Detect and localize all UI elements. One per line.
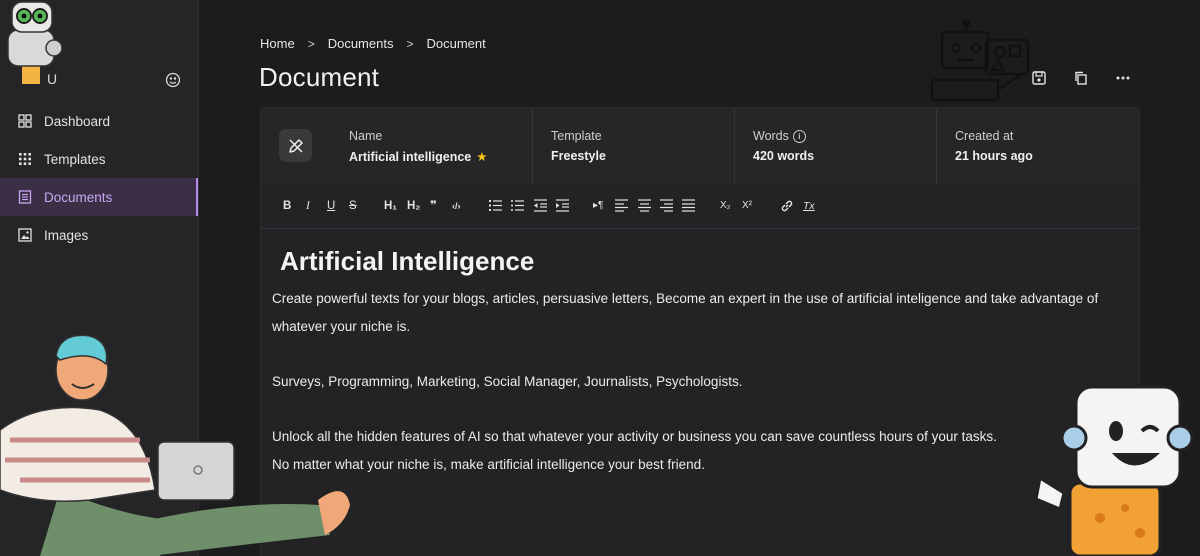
heading2-button[interactable]: H₂	[407, 199, 420, 213]
editor-content[interactable]: Artificial Intelligence Create powerful …	[272, 245, 1132, 479]
grid-icon	[18, 114, 32, 128]
info-template: Template Freestyle	[532, 108, 734, 184]
indent-icon[interactable]	[556, 199, 569, 212]
info-created: Created at 21 hours ago	[936, 108, 1140, 184]
sidebar-item-images[interactable]: Images	[0, 216, 198, 254]
sidebar-item-label: Images	[44, 227, 89, 243]
name-label: Name	[349, 129, 383, 143]
pen-icon	[288, 138, 303, 153]
name-value: Artificial intelligence	[349, 150, 472, 164]
words-label: Words	[753, 129, 789, 143]
info-words: Words i 420 words	[734, 108, 936, 184]
breadcrumb-home[interactable]: Home	[260, 36, 295, 51]
superscript-button[interactable]: X²	[742, 199, 752, 213]
info-name: Name Artificial intelligence ★	[331, 108, 531, 184]
sidebar-item-label: Templates	[44, 151, 106, 167]
italic-button[interactable]: I	[306, 199, 310, 213]
created-label: Created at	[955, 129, 1014, 143]
clear-format-button[interactable]: Tx	[803, 199, 815, 213]
underline-button[interactable]: U	[327, 199, 335, 213]
theme-toggle-icon[interactable]	[165, 72, 181, 88]
star-icon[interactable]: ★	[476, 150, 487, 164]
dots-grid-icon	[19, 153, 31, 165]
more-options-icon[interactable]	[1114, 69, 1132, 87]
document-paragraph-3: Unlock all the hidden features of AI so …	[272, 429, 997, 444]
info-icon[interactable]: i	[792, 130, 806, 143]
words-value: 420 words	[753, 149, 815, 163]
words-label-row: Words i	[753, 129, 806, 143]
breadcrumb: Home > Documents > Document	[260, 36, 486, 51]
align-justify-icon[interactable]	[682, 199, 695, 212]
document-paragraph-1: Create powerful texts for your blogs, ar…	[272, 291, 1099, 334]
document-paragraph-4: No matter what your niche is, make artif…	[272, 457, 705, 472]
chevron-right-icon: >	[307, 36, 315, 51]
strikethrough-button[interactable]: S	[349, 199, 357, 213]
header-actions	[1030, 69, 1156, 87]
document-paragraph-2: Surveys, Programming, Marketing, Social …	[272, 374, 743, 389]
ordered-list-icon[interactable]	[489, 199, 502, 212]
link-icon[interactable]	[780, 199, 794, 213]
editor-toolbar: B I U S H₁ H₂ ❞ ‹/› ▸¶ X₂ X² Tx	[261, 183, 1139, 229]
document-heading: Artificial Intelligence	[280, 246, 535, 276]
robot-mascot-illustration	[7, 1, 63, 84]
sidebar-item-label: Dashboard	[44, 113, 111, 129]
document-icon	[18, 190, 32, 204]
chevron-right-icon: >	[406, 36, 414, 51]
image-icon	[18, 228, 32, 242]
pen-icon-badge	[279, 129, 312, 162]
blockquote-button[interactable]: ❞	[430, 199, 437, 213]
template-label: Template	[551, 129, 602, 143]
align-center-icon[interactable]	[638, 199, 651, 212]
heading1-button[interactable]: H₁	[384, 199, 397, 213]
subscript-button[interactable]: X₂	[720, 199, 731, 213]
copy-icon[interactable]	[1072, 69, 1090, 87]
sidebar-nav: Dashboard Templates Documents Images	[0, 102, 198, 254]
page-title: Document	[259, 62, 380, 92]
align-left-icon[interactable]	[615, 199, 628, 212]
template-value: Freestyle	[551, 149, 606, 163]
breadcrumb-documents[interactable]: Documents	[328, 36, 394, 51]
person-with-laptop-illustration	[0, 334, 350, 556]
sidebar-item-templates[interactable]: Templates	[0, 140, 198, 178]
code-button[interactable]: ‹/›	[452, 199, 461, 213]
breadcrumb-current: Document	[426, 36, 486, 51]
editor: B I U S H₁ H₂ ❞ ‹/› ▸¶ X₂ X² Tx Artifici…	[260, 183, 1140, 556]
bold-button[interactable]: B	[283, 199, 291, 213]
document-info-card: Name Artificial intelligence ★ Template F…	[260, 107, 1140, 185]
robot-wink-illustration	[1034, 385, 1194, 556]
robot-outline-illustration	[930, 20, 1030, 102]
sidebar-item-documents[interactable]: Documents	[0, 178, 198, 216]
align-right-icon[interactable]	[660, 199, 673, 212]
name-value-row: Artificial intelligence ★	[349, 149, 487, 164]
outdent-icon[interactable]	[534, 199, 547, 212]
paragraph-direction-icon[interactable]: ▸¶	[593, 199, 603, 213]
sidebar-item-dashboard[interactable]: Dashboard	[0, 102, 198, 140]
sidebar-item-label: Documents	[44, 189, 113, 205]
created-value: 21 hours ago	[955, 149, 1033, 163]
bullet-list-icon[interactable]	[511, 199, 524, 212]
